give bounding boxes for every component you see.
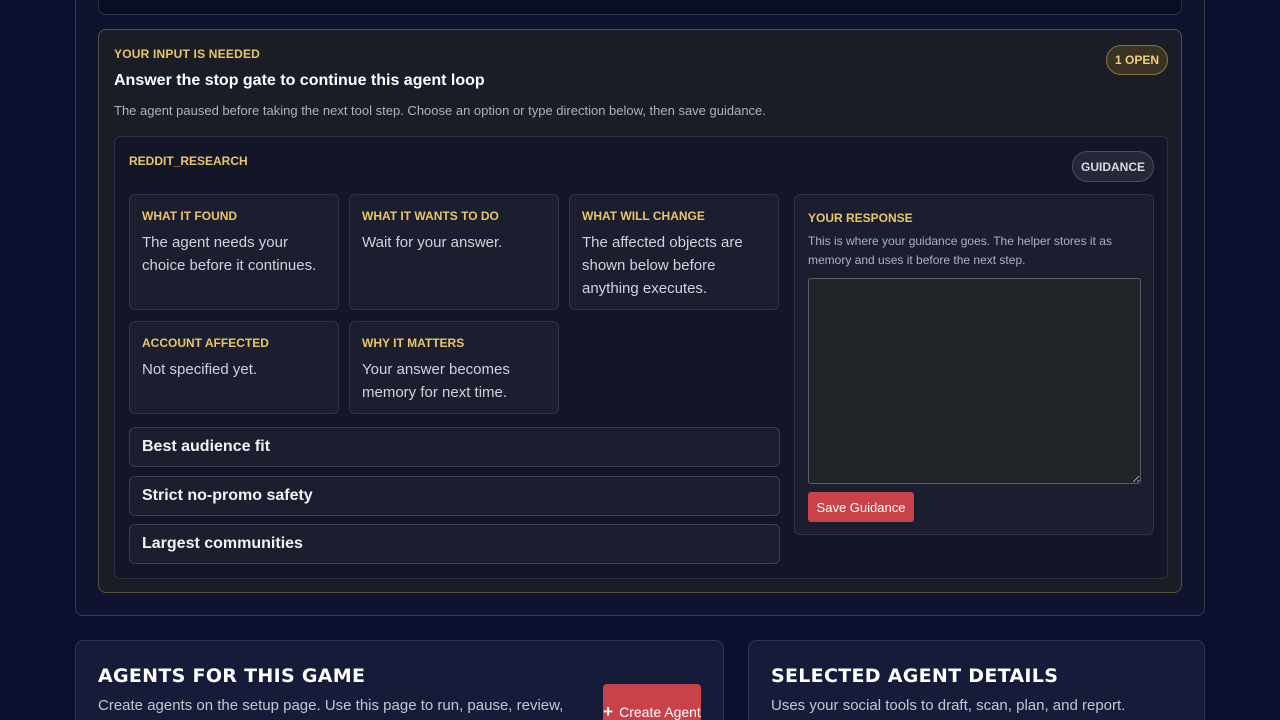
agent-details-description: Uses your social tools to draft, scan, p… bbox=[771, 697, 1126, 714]
agents-panel: AGENTS FOR THIS GAME Create agents on th… bbox=[75, 640, 724, 720]
tool-name: REDDIT_RESEARCH bbox=[129, 154, 248, 168]
info-text: Wait for your answer. bbox=[362, 234, 503, 251]
info-text: Your answer becomes memory for next time… bbox=[362, 361, 510, 401]
stop-gate-description: The agent paused before taking the next … bbox=[114, 103, 766, 118]
info-label: WHAT IT WANTS TO DO bbox=[362, 209, 499, 223]
info-what-it-found: WHAT IT FOUND The agent needs your choic… bbox=[129, 194, 339, 310]
info-text: The affected objects are shown below bef… bbox=[582, 234, 743, 297]
info-text: Not specified yet. bbox=[142, 361, 258, 378]
previous-card bbox=[98, 0, 1182, 15]
open-count-badge: 1 OPEN bbox=[1106, 45, 1168, 75]
response-label: YOUR RESPONSE bbox=[808, 211, 913, 225]
info-account-affected: ACCOUNT AFFECTED Not specified yet. bbox=[129, 321, 339, 414]
response-help-text: This is where your guidance goes. The he… bbox=[808, 234, 1112, 267]
save-guidance-button[interactable]: Save Guidance bbox=[808, 492, 914, 522]
input-needed-eyebrow: YOUR INPUT IS NEEDED bbox=[114, 47, 261, 61]
guidance-textarea[interactable] bbox=[808, 278, 1141, 484]
option-strict-no-promo[interactable]: Strict no-promo safety bbox=[129, 476, 780, 516]
agents-panel-title: AGENTS FOR THIS GAME bbox=[98, 665, 366, 687]
stop-gate-card: YOUR INPUT IS NEEDED Answer the stop gat… bbox=[98, 29, 1182, 593]
info-why-it-matters: WHY IT MATTERS Your answer becomes memor… bbox=[349, 321, 559, 414]
info-what-it-wants: WHAT IT WANTS TO DO Wait for your answer… bbox=[349, 194, 559, 310]
agent-details-panel: SELECTED AGENT DETAILS Uses your social … bbox=[748, 640, 1205, 720]
info-what-will-change: WHAT WILL CHANGE The affected objects ar… bbox=[569, 194, 779, 310]
guidance-badge: GUIDANCE bbox=[1072, 151, 1154, 182]
response-panel: YOUR RESPONSE This is where your guidanc… bbox=[794, 194, 1154, 535]
agent-details-title: SELECTED AGENT DETAILS bbox=[771, 665, 1059, 687]
create-agent-label: Create Agent bbox=[619, 704, 701, 720]
stop-gate-title: Answer the stop gate to continue this ag… bbox=[114, 72, 485, 89]
info-label: ACCOUNT AFFECTED bbox=[142, 336, 269, 350]
tool-gate-card: REDDIT_RESEARCH GUIDANCE WHAT IT FOUND T… bbox=[114, 136, 1168, 579]
option-best-audience-fit[interactable]: Best audience fit bbox=[129, 427, 780, 467]
info-label: WHY IT MATTERS bbox=[362, 336, 465, 350]
create-agent-button[interactable]: + Create Agent bbox=[603, 684, 701, 720]
option-largest-communities[interactable]: Largest communities bbox=[129, 524, 780, 564]
info-label: WHAT IT FOUND bbox=[142, 209, 238, 223]
info-text: The agent needs your choice before it co… bbox=[142, 234, 317, 274]
info-label: WHAT WILL CHANGE bbox=[582, 209, 705, 223]
agents-panel-description: Create agents on the setup page. Use thi… bbox=[98, 697, 564, 714]
plus-icon: + bbox=[603, 702, 614, 720]
